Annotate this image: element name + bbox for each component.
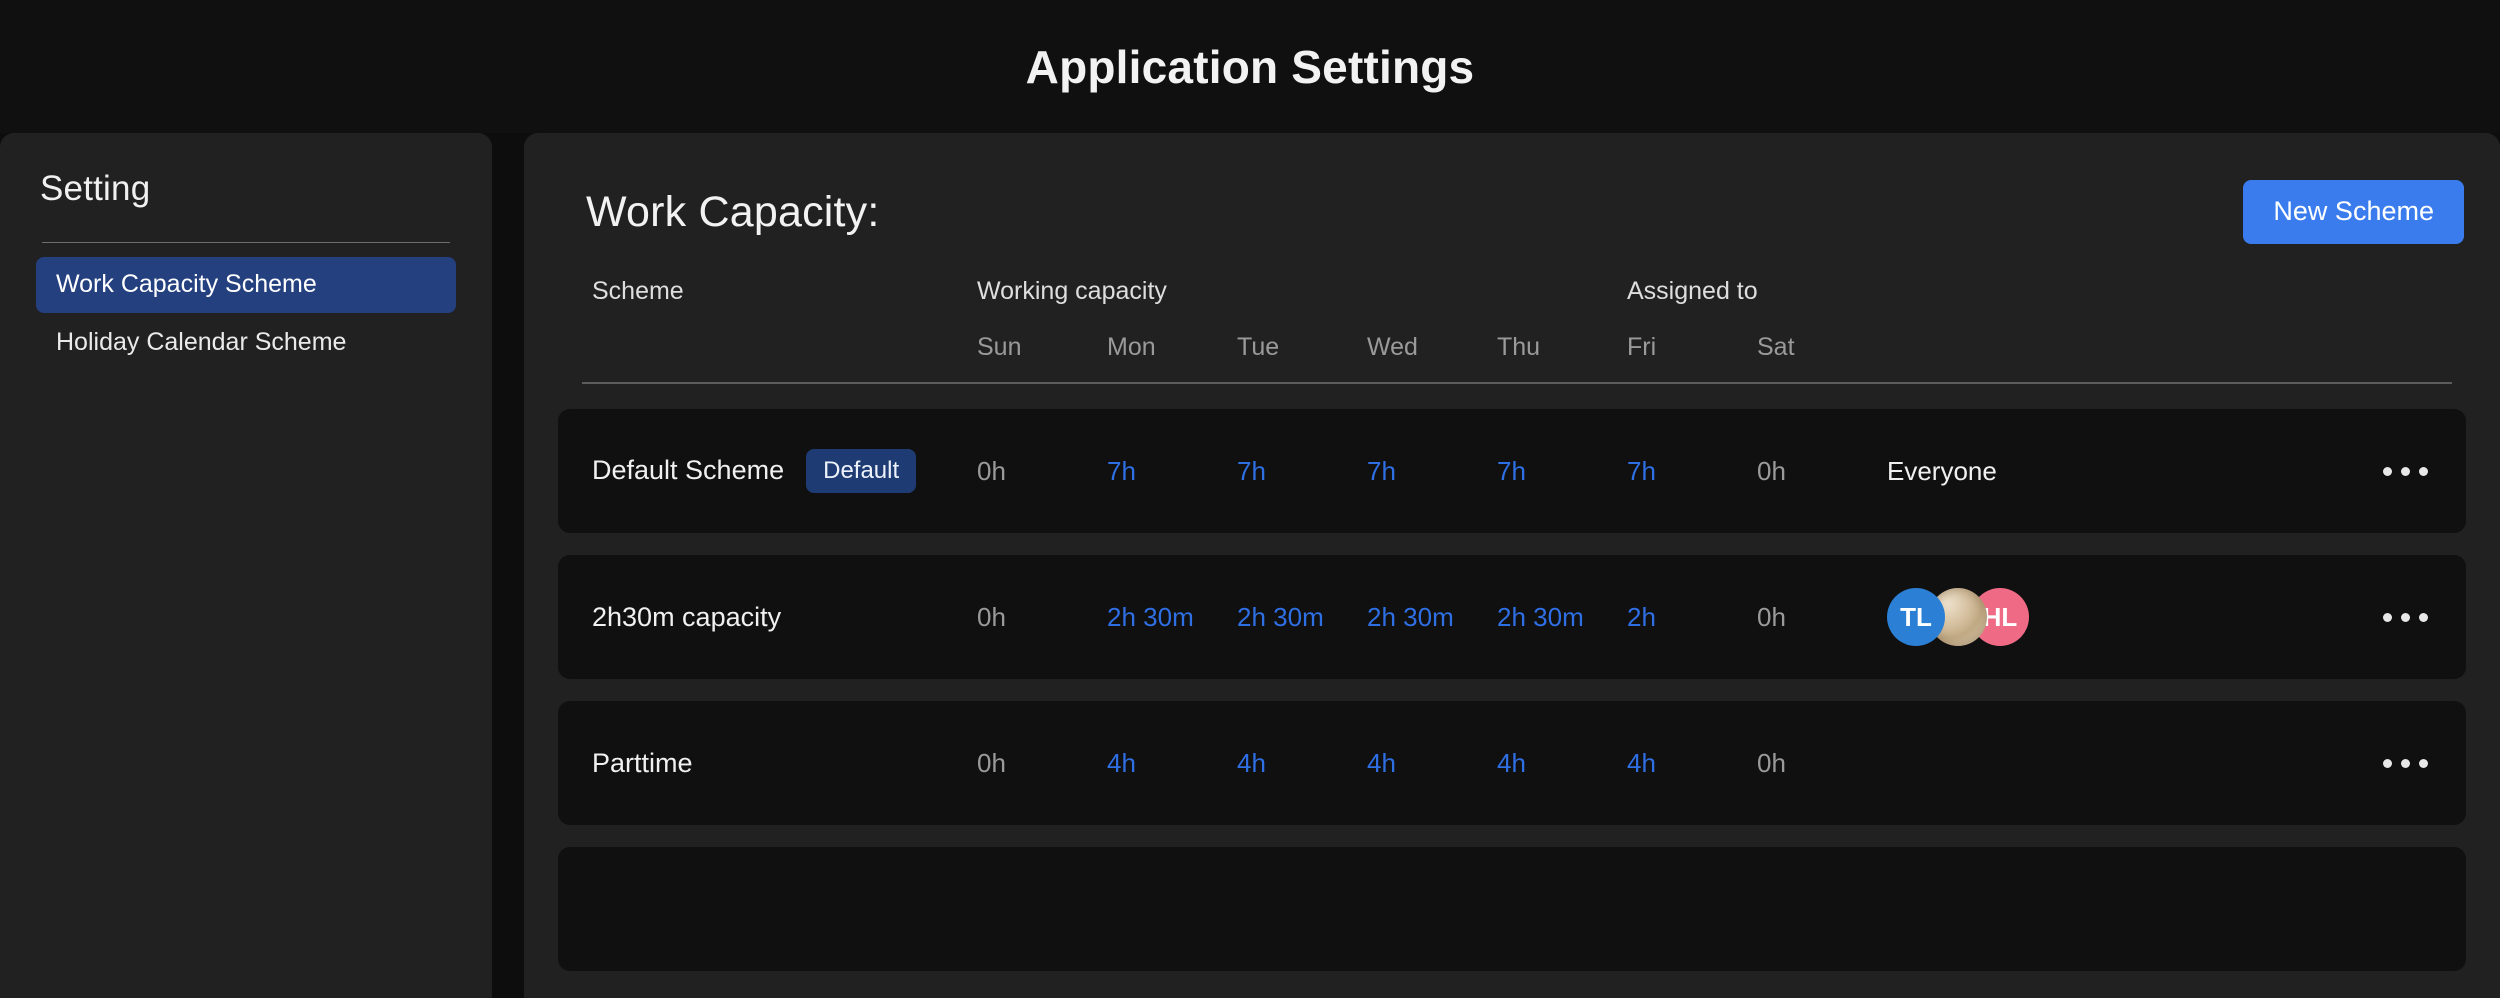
- row-assigned-text: Everyone: [1887, 456, 1997, 486]
- row-scheme-name: 2h30m capacity: [592, 602, 781, 633]
- dot: [2383, 467, 2392, 476]
- panel-header: Work Capacity: New Scheme: [558, 173, 2466, 251]
- row-scheme-cell: Default Scheme Default: [592, 449, 977, 493]
- row-capacity-sat[interactable]: 0h: [1757, 748, 1887, 779]
- row-capacity-wed[interactable]: 2h 30m: [1367, 602, 1497, 633]
- sidebar-item-work-capacity-scheme[interactable]: Work Capacity Scheme: [36, 257, 456, 313]
- dot: [2401, 759, 2410, 768]
- row-overflow-menu-icon[interactable]: [2322, 467, 2442, 476]
- row-capacity-sun[interactable]: 0h: [977, 602, 1107, 633]
- row-capacity-sun[interactable]: 0h: [977, 748, 1107, 779]
- row-assigned-cell: TL HL: [1887, 588, 2322, 646]
- row-capacity-tue[interactable]: 4h: [1237, 748, 1367, 779]
- row-capacity-thu[interactable]: 7h: [1497, 456, 1627, 487]
- sidebar-item-holiday-calendar-scheme[interactable]: Holiday Calendar Scheme: [36, 315, 456, 371]
- row-capacity-tue[interactable]: 7h: [1237, 456, 1367, 487]
- row-capacity-fri[interactable]: 2h: [1627, 602, 1757, 633]
- table-row[interactable]: Parttime 0h 4h 4h 4h 4h 4h 0h: [558, 701, 2466, 825]
- row-capacity-thu[interactable]: 2h 30m: [1497, 602, 1627, 633]
- sidebar-item-label: Holiday Calendar Scheme: [56, 328, 346, 356]
- sidebar-title: Setting: [36, 169, 456, 209]
- row-scheme-name: Default Scheme: [592, 455, 784, 486]
- row-scheme-cell: 2h30m capacity: [592, 602, 977, 633]
- row-capacity-sat[interactable]: 0h: [1757, 602, 1887, 633]
- settings-sidebar: Setting Work Capacity Scheme Holiday Cal…: [0, 133, 492, 998]
- new-scheme-button[interactable]: New Scheme: [2243, 180, 2464, 243]
- day-header-spacer: [592, 333, 977, 362]
- day-header-tue: Tue: [1237, 333, 1367, 362]
- dot: [2419, 467, 2428, 476]
- dot: [2401, 467, 2410, 476]
- dot: [2383, 613, 2392, 622]
- row-capacity-fri[interactable]: 4h: [1627, 748, 1757, 779]
- dot: [2419, 759, 2428, 768]
- dot: [2401, 613, 2410, 622]
- day-header-thu: Thu: [1497, 333, 1627, 362]
- table-header-groups: Scheme Working capacity Assigned to: [558, 277, 2466, 333]
- sidebar-item-label: Work Capacity Scheme: [56, 270, 317, 298]
- day-header-sun: Sun: [977, 333, 1107, 362]
- day-header-assigned-spacer: [1887, 333, 2322, 362]
- day-header-wed: Wed: [1367, 333, 1497, 362]
- body-wrapper: Setting Work Capacity Scheme Holiday Cal…: [0, 133, 2500, 998]
- app-header: Application Settings: [0, 0, 2500, 133]
- assigned-avatar-group[interactable]: TL HL: [1887, 588, 2322, 646]
- row-overflow-menu-icon[interactable]: [2322, 759, 2442, 768]
- column-header-actions: [2322, 277, 2442, 333]
- sidebar-divider: [42, 242, 450, 243]
- row-capacity-fri[interactable]: 7h: [1627, 456, 1757, 487]
- column-header-working-capacity: Working capacity: [977, 277, 1627, 333]
- avatar[interactable]: TL: [1887, 588, 1945, 646]
- row-scheme-cell: Parttime: [592, 748, 977, 779]
- row-capacity-mon[interactable]: 2h 30m: [1107, 602, 1237, 633]
- page-title: Application Settings: [1026, 40, 1475, 94]
- row-capacity-tue[interactable]: 2h 30m: [1237, 602, 1367, 633]
- sidebar-nav-list: Work Capacity Scheme Holiday Calendar Sc…: [36, 257, 456, 370]
- row-capacity-mon[interactable]: 4h: [1107, 748, 1237, 779]
- table-row[interactable]: Default Scheme Default 0h 7h 7h 7h 7h 7h…: [558, 409, 2466, 533]
- row-assigned-cell: Everyone: [1887, 456, 2322, 487]
- row-capacity-sat[interactable]: 0h: [1757, 456, 1887, 487]
- day-header-sat: Sat: [1757, 333, 1887, 362]
- status-badge: Default: [806, 449, 916, 493]
- row-overflow-menu-icon[interactable]: [2322, 613, 2442, 622]
- table-row[interactable]: 2h30m capacity 0h 2h 30m 2h 30m 2h 30m 2…: [558, 555, 2466, 679]
- row-capacity-wed[interactable]: 7h: [1367, 456, 1497, 487]
- panel-gap: [492, 133, 524, 998]
- row-scheme-name: Parttime: [592, 748, 693, 779]
- row-capacity-wed[interactable]: 4h: [1367, 748, 1497, 779]
- work-capacity-table: Scheme Working capacity Assigned to Sun …: [558, 251, 2466, 971]
- table-header-days: Sun Mon Tue Wed Thu Fri Sat: [558, 333, 2466, 362]
- day-header-actions-spacer: [2322, 333, 2442, 362]
- dot: [2419, 613, 2428, 622]
- row-capacity-sun[interactable]: 0h: [977, 456, 1107, 487]
- dot: [2383, 759, 2392, 768]
- day-header-mon: Mon: [1107, 333, 1237, 362]
- table-body: Default Scheme Default 0h 7h 7h 7h 7h 7h…: [558, 384, 2466, 971]
- row-capacity-thu[interactable]: 4h: [1497, 748, 1627, 779]
- panel-title: Work Capacity:: [586, 188, 880, 237]
- day-header-fri: Fri: [1627, 333, 1757, 362]
- column-header-assigned-to: Assigned to: [1627, 277, 2322, 333]
- work-capacity-panel: Work Capacity: New Scheme Scheme Working…: [524, 133, 2500, 998]
- column-header-scheme: Scheme: [592, 277, 977, 333]
- table-row[interactable]: [558, 847, 2466, 971]
- row-capacity-mon[interactable]: 7h: [1107, 456, 1237, 487]
